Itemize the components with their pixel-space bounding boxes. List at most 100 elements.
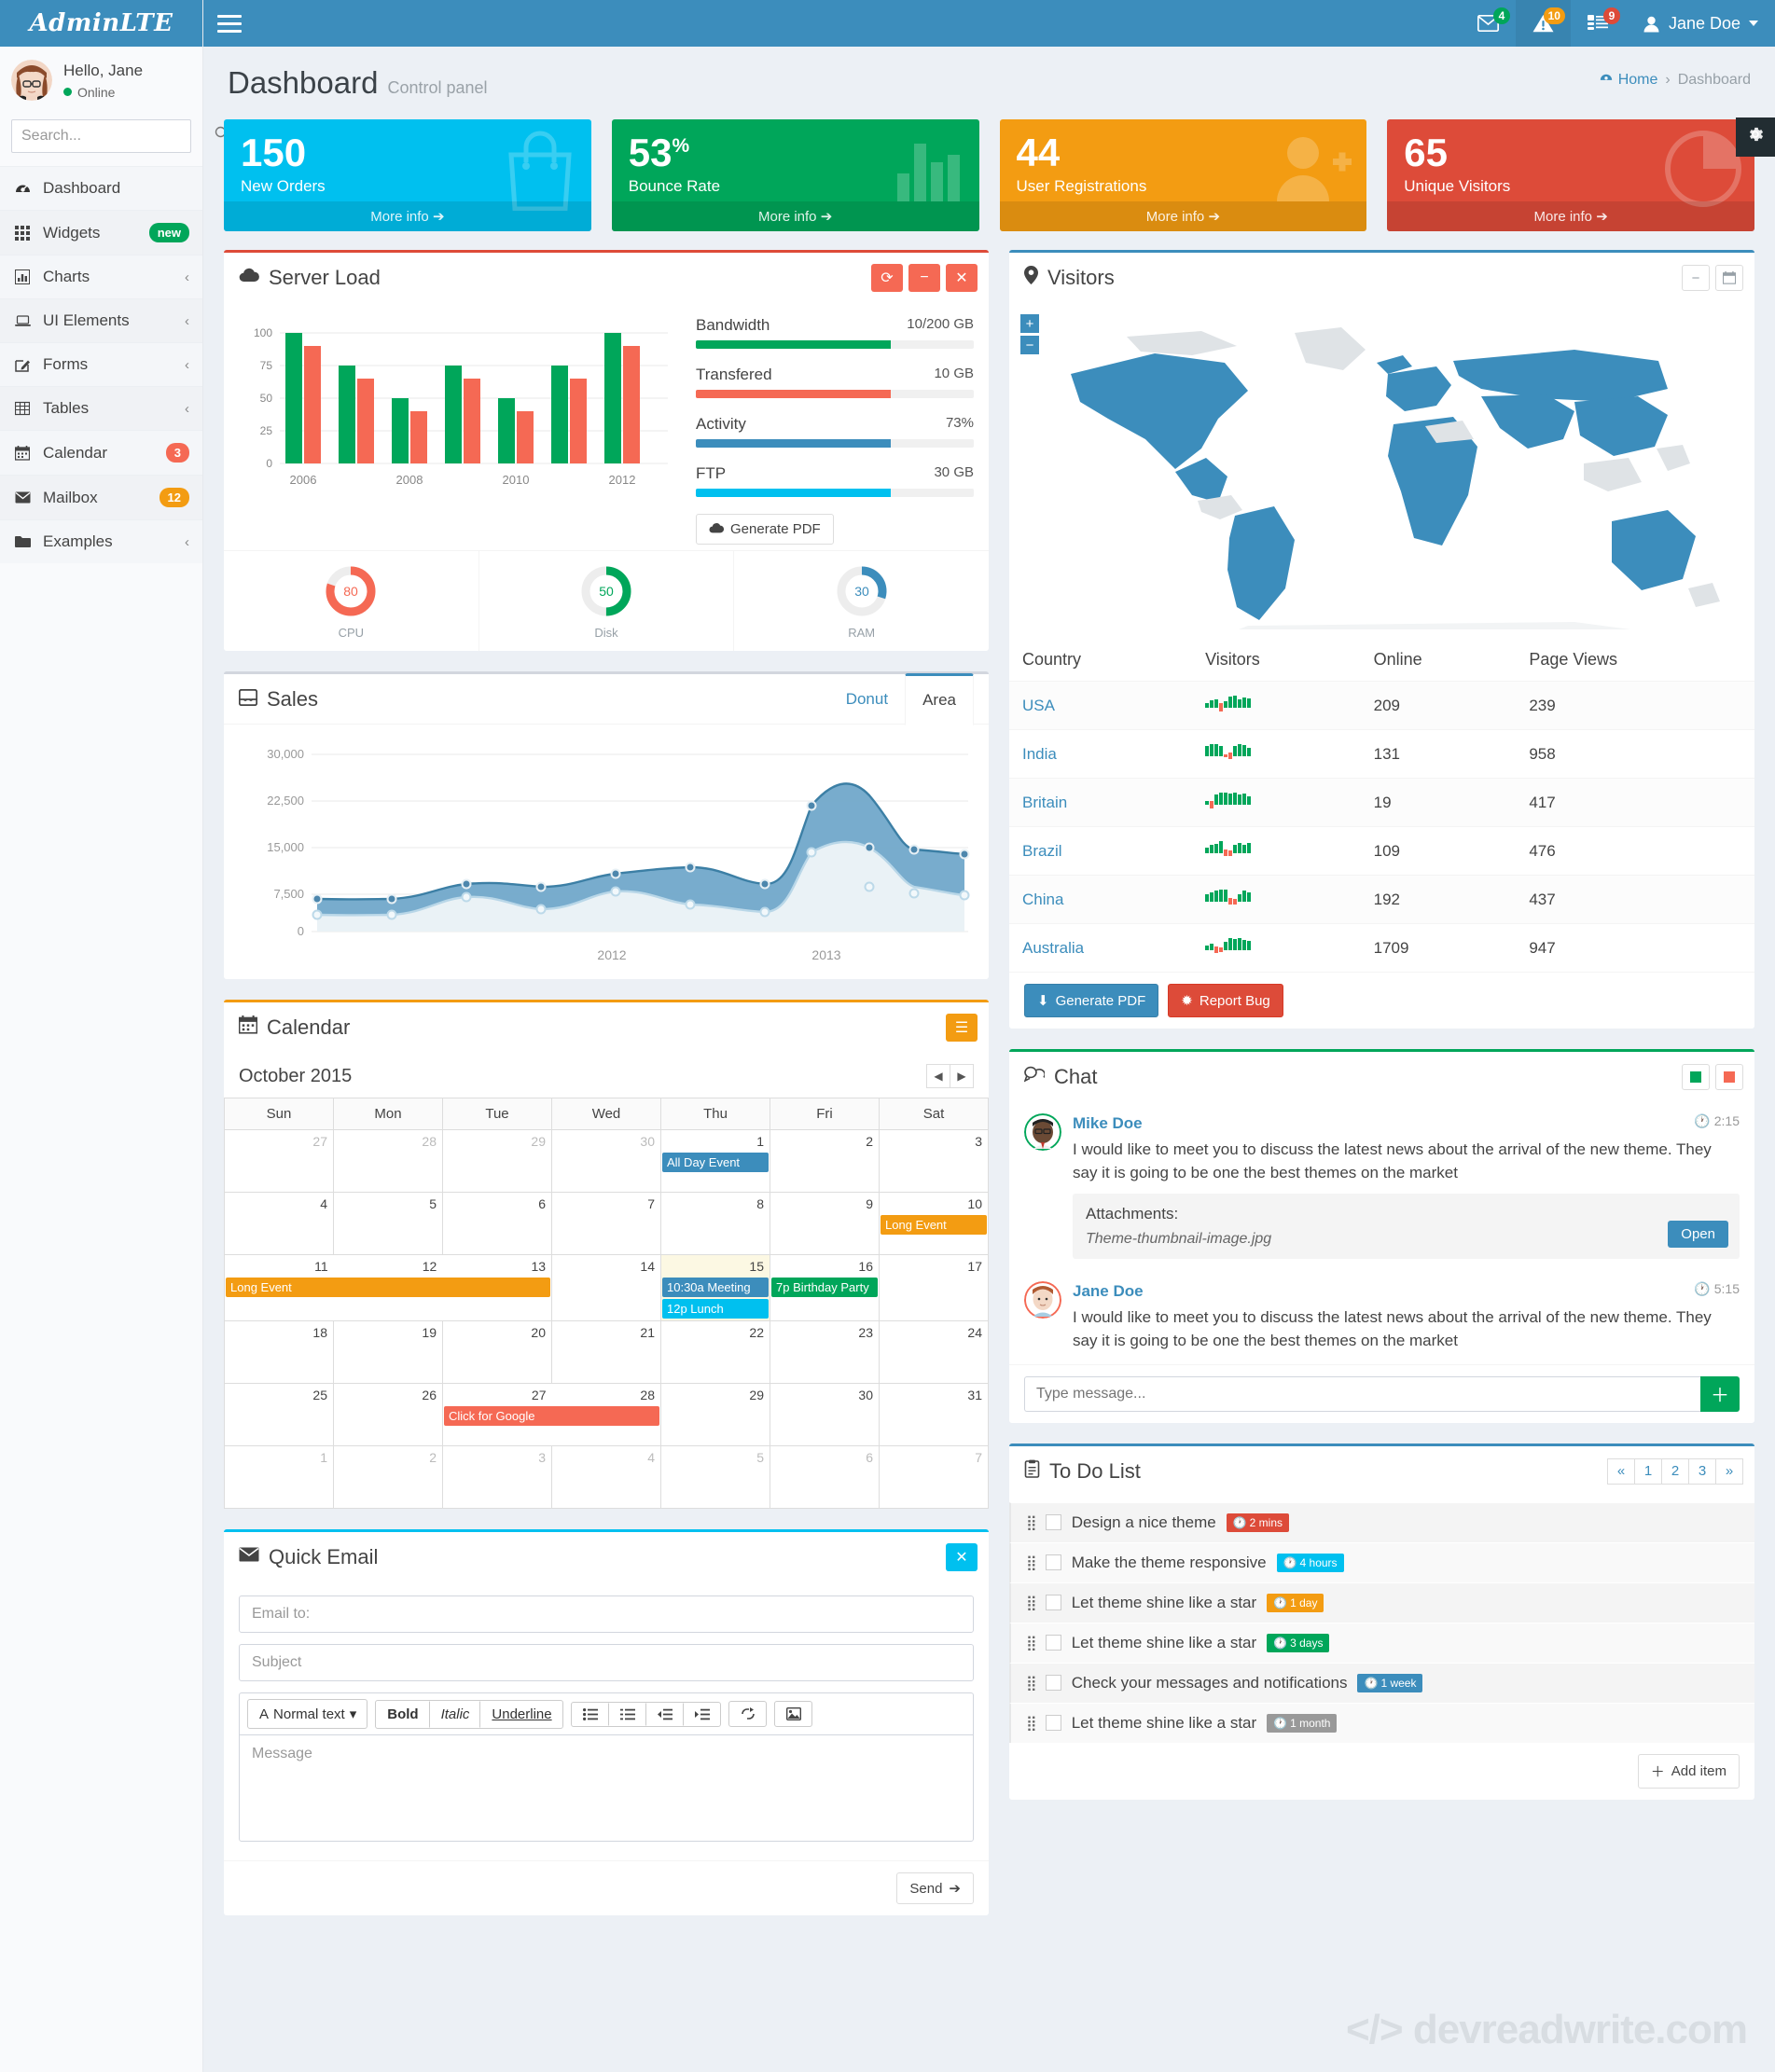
calendar-day-cell[interactable]: 2 bbox=[333, 1445, 443, 1510]
calendar-day-cell[interactable]: 26 bbox=[333, 1383, 443, 1447]
drag-handle-icon[interactable]: ⣿ bbox=[1026, 1513, 1037, 1532]
breadcrumb-home[interactable]: Home bbox=[1600, 71, 1657, 89]
attachment-open-button[interactable]: Open bbox=[1668, 1221, 1728, 1249]
chat-input[interactable] bbox=[1024, 1375, 1700, 1412]
calendar-day-cell[interactable]: 2 bbox=[770, 1129, 880, 1194]
list-item[interactable]: ⣿ Let theme shine like a star 🕐 1 day bbox=[1009, 1582, 1754, 1623]
country-link[interactable]: Britain bbox=[1022, 794, 1067, 811]
drag-handle-icon[interactable]: ⣿ bbox=[1026, 1714, 1037, 1733]
sidebar-item-examples[interactable]: Examples ‹ bbox=[0, 519, 202, 563]
minus-icon[interactable]: − bbox=[908, 264, 940, 293]
small-box-footer[interactable]: More info ➔ bbox=[224, 201, 591, 232]
bold-button[interactable]: Bold bbox=[376, 1700, 430, 1728]
calendar-day-cell[interactable]: 23 bbox=[770, 1320, 880, 1385]
todo-checkbox[interactable] bbox=[1045, 1554, 1061, 1571]
small-box-unique-visitors[interactable]: 65 Unique Visitors More info ➔ bbox=[1387, 119, 1754, 232]
sidebar-item-calendar[interactable]: Calendar 3 bbox=[0, 430, 202, 475]
sidebar-item-tables[interactable]: Tables ‹ bbox=[0, 386, 202, 430]
calendar-day-cell[interactable]: 5 bbox=[333, 1192, 443, 1256]
sidebar-toggle-button[interactable] bbox=[203, 0, 256, 47]
calendar-day-cell[interactable]: 7 bbox=[551, 1192, 661, 1256]
calendar-day-cell[interactable]: 3 bbox=[879, 1129, 989, 1194]
country-link[interactable]: Australia bbox=[1022, 939, 1084, 957]
calendar-day-cell[interactable]: 3 bbox=[442, 1445, 552, 1510]
text-style-dropdown[interactable]: A Normal text ▾ bbox=[248, 1700, 367, 1728]
navbar-messages-button[interactable]: 4 bbox=[1461, 0, 1516, 47]
table-row[interactable]: Brazil 109 476 bbox=[1009, 826, 1754, 876]
calendar-day-cell[interactable]: 20 bbox=[442, 1320, 552, 1385]
list-item[interactable]: ⣿ Design a nice theme 🕐 2 mins bbox=[1009, 1501, 1754, 1542]
calendar-day-cell[interactable]: 30 bbox=[551, 1129, 661, 1194]
todo-checkbox[interactable] bbox=[1045, 1635, 1061, 1651]
list-item[interactable]: ⣿ Make the theme responsive 🕐 4 hours bbox=[1009, 1541, 1754, 1582]
map-zoom-out-button[interactable]: − bbox=[1020, 336, 1039, 355]
calendar-day-cell[interactable]: 18 bbox=[224, 1320, 334, 1385]
small-box-footer[interactable]: More info ➔ bbox=[1387, 201, 1754, 232]
navbar-user-menu[interactable]: Jane Doe bbox=[1626, 0, 1775, 47]
small-box-bounce-rate[interactable]: 53% Bounce Rate More info ➔ bbox=[611, 119, 979, 232]
calendar-day-cell[interactable]: 16 7p Birthday Party bbox=[770, 1254, 880, 1322]
brand-logo[interactable]: AdminLTE bbox=[0, 0, 202, 47]
table-row[interactable]: Australia 1709 947 bbox=[1009, 923, 1754, 973]
italic-button[interactable]: Italic bbox=[430, 1700, 481, 1728]
drag-handle-icon[interactable]: ⣿ bbox=[1026, 1594, 1037, 1612]
calendar-event[interactable]: Click for Google bbox=[444, 1406, 659, 1427]
todo-checkbox[interactable] bbox=[1045, 1514, 1061, 1531]
country-link[interactable]: USA bbox=[1022, 697, 1055, 714]
calendar-day-cell[interactable]: 19 bbox=[333, 1320, 443, 1385]
calendar-day-cell[interactable]: 30 bbox=[770, 1383, 880, 1447]
calendar-day-cell[interactable]: 10 Long Event bbox=[879, 1192, 989, 1256]
add-item-button[interactable]: ＋ Add item bbox=[1637, 1753, 1740, 1789]
pagination-page-1[interactable]: 1 bbox=[1634, 1457, 1662, 1485]
country-link[interactable]: India bbox=[1022, 745, 1057, 763]
drag-handle-icon[interactable]: ⣿ bbox=[1026, 1634, 1037, 1652]
calendar-day-cell[interactable]: 21 bbox=[551, 1320, 661, 1385]
calendar-day-cell[interactable]: 11 12 13 Long Event bbox=[224, 1254, 552, 1322]
status-offline-icon[interactable] bbox=[1715, 1064, 1743, 1091]
calendar-icon[interactable] bbox=[1715, 265, 1743, 292]
calendar-day-cell-today[interactable]: 15 10:30a Meeting 12p Lunch bbox=[660, 1254, 770, 1322]
calendar-day-cell[interactable]: 27 bbox=[224, 1129, 334, 1194]
tab-donut[interactable]: Donut bbox=[829, 675, 905, 724]
list-item[interactable]: ⣿ Check your messages and notifications … bbox=[1009, 1662, 1754, 1703]
country-link[interactable]: Brazil bbox=[1022, 842, 1062, 860]
calendar-day-cell[interactable]: 1 All Day Event bbox=[660, 1129, 770, 1194]
underline-button[interactable]: Underline bbox=[480, 1701, 562, 1728]
email-to-field[interactable] bbox=[239, 1595, 974, 1634]
calendar-event[interactable]: All Day Event bbox=[662, 1153, 769, 1173]
todo-checkbox[interactable] bbox=[1045, 1675, 1061, 1692]
indent-icon[interactable] bbox=[684, 1703, 720, 1726]
image-icon[interactable] bbox=[775, 1702, 811, 1726]
sidebar-item-widgets[interactable]: Widgets new bbox=[0, 210, 202, 255]
calendar-event[interactable]: 7p Birthday Party bbox=[771, 1278, 878, 1298]
country-link[interactable]: China bbox=[1022, 891, 1063, 908]
list-item[interactable]: ⣿ Let theme shine like a star 🕐 1 month bbox=[1009, 1702, 1754, 1743]
calendar-day-cell[interactable]: 31 bbox=[879, 1383, 989, 1447]
calendar-event[interactable]: Long Event bbox=[226, 1278, 550, 1298]
calendar-prev-button[interactable]: ◀ bbox=[926, 1064, 950, 1089]
calendar-day-cell[interactable]: 25 bbox=[224, 1383, 334, 1447]
world-map[interactable]: + − bbox=[1009, 303, 1754, 640]
chat-sender-name[interactable]: Mike Doe bbox=[1073, 1114, 1143, 1132]
small-box-footer[interactable]: More info ➔ bbox=[999, 201, 1367, 232]
calendar-day-cell[interactable]: 6 bbox=[442, 1192, 552, 1256]
pagination-page-2[interactable]: 2 bbox=[1661, 1457, 1689, 1485]
calendar-day-cell[interactable]: 6 bbox=[770, 1445, 880, 1510]
list-item[interactable]: ⣿ Let theme shine like a star 🕐 3 days bbox=[1009, 1622, 1754, 1663]
pagination-prev[interactable]: « bbox=[1607, 1457, 1635, 1485]
outdent-icon[interactable] bbox=[646, 1702, 684, 1726]
calendar-day-cell[interactable]: 22 bbox=[660, 1320, 770, 1385]
small-box-new-orders[interactable]: 150 New Orders More info ➔ bbox=[224, 119, 591, 232]
small-box-user-registrations[interactable]: 44 User Registrations More info ➔ bbox=[999, 119, 1367, 232]
calendar-day-cell[interactable]: 4 bbox=[551, 1445, 661, 1510]
calendar-day-cell[interactable]: 4 bbox=[224, 1192, 334, 1256]
sidebar-item-ui-elements[interactable]: UI Elements ‹ bbox=[0, 298, 202, 342]
email-message-field[interactable] bbox=[239, 1734, 974, 1843]
calendar-menu-icon[interactable]: ☰ bbox=[946, 1014, 978, 1043]
calendar-event[interactable]: Long Event bbox=[881, 1215, 987, 1236]
tab-area[interactable]: Area bbox=[905, 673, 974, 726]
calendar-event[interactable]: 10:30a Meeting bbox=[662, 1278, 769, 1298]
drag-handle-icon[interactable]: ⣿ bbox=[1026, 1554, 1037, 1572]
calendar-day-cell[interactable]: 24 bbox=[879, 1320, 989, 1385]
navbar-tasks-button[interactable]: 9 bbox=[1571, 0, 1626, 47]
